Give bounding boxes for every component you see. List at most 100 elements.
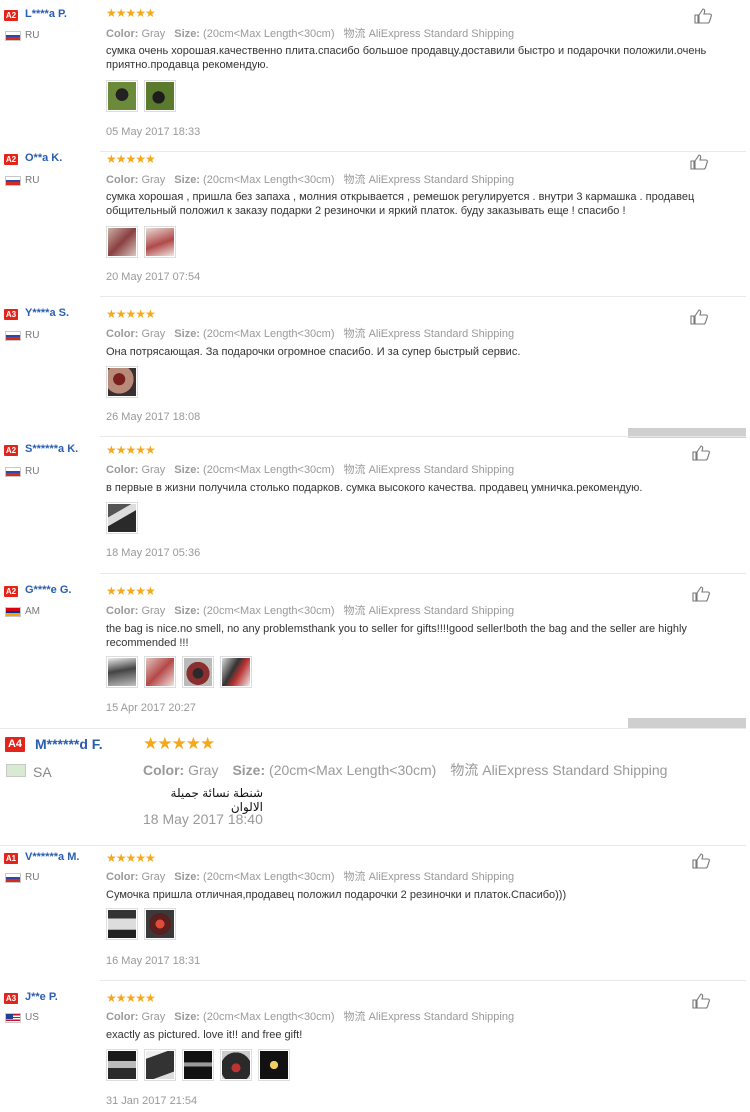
thumbs-up-icon[interactable] [692, 445, 710, 461]
review-photo[interactable] [106, 502, 138, 534]
reviewer-name[interactable]: L****a P. [25, 8, 67, 20]
color-value: Gray [141, 328, 166, 340]
size-value: (20cm<Max Length<30cm) [203, 174, 335, 186]
review-photo[interactable] [106, 80, 138, 112]
color-label: Color: [106, 28, 139, 40]
rating-stars: ★★★★★ [106, 991, 156, 1005]
shipping-icon: 物流 [343, 1011, 366, 1023]
thumbs-up-icon[interactable] [692, 586, 710, 602]
level-badge: A1 [4, 853, 18, 864]
review-photos [106, 502, 138, 534]
shipping-method: AliExpress Standard Shipping [368, 1011, 515, 1023]
review-photo[interactable] [182, 656, 214, 688]
country-code: AM [25, 606, 40, 617]
size-label: Size: [232, 762, 266, 778]
reviewer-name[interactable]: M******d F. [35, 736, 103, 752]
review-photos [106, 366, 138, 398]
order-info: Color: Gray Size: (20cm<Max Length<30cm) 物… [106, 25, 514, 41]
review-photo[interactable] [144, 1049, 176, 1081]
order-info: Color: Gray Size: (20cm<Max Length<30cm) 物… [106, 171, 514, 187]
review-photo[interactable] [220, 1049, 252, 1081]
level-badge: A2 [4, 445, 18, 456]
color-label: Color: [106, 174, 139, 186]
thumbs-up-icon[interactable] [692, 853, 710, 869]
color-label: Color: [106, 871, 139, 883]
review-date: 31 Jan 2017 21:54 [106, 1095, 198, 1107]
color-label: Color: [106, 1011, 139, 1023]
size-label: Size: [174, 464, 200, 476]
level-badge: A2 [4, 586, 18, 597]
color-value: Gray [141, 28, 166, 40]
review-photo[interactable] [144, 656, 176, 688]
review-text: شنطة نسائة جميلة الالوان [170, 786, 263, 814]
review-photo[interactable] [106, 1049, 138, 1081]
country-code: RU [25, 466, 40, 477]
flag-ru-icon [5, 467, 21, 477]
color-label: Color: [106, 464, 139, 476]
shipping-icon: 物流 [343, 871, 366, 883]
size-label: Size: [174, 871, 200, 883]
reviewer-name[interactable]: G****e G. [25, 584, 71, 596]
reviewer-name[interactable]: S******a K. [25, 443, 78, 455]
review-photos [106, 80, 176, 112]
review-photo[interactable] [144, 226, 176, 258]
review-photo[interactable] [106, 908, 138, 940]
shipping-icon: 物流 [343, 328, 366, 340]
size-label: Size: [174, 328, 200, 340]
review-date: 15 Apr 2017 20:27 [106, 702, 196, 714]
reviewer-name[interactable]: O**a K. [25, 152, 62, 164]
level-badge: A2 [4, 154, 18, 165]
rating-stars: ★★★★★ [106, 6, 156, 20]
divider [100, 151, 746, 152]
reviewer-name[interactable]: V******a M. [25, 851, 79, 863]
review-photo[interactable] [182, 1049, 214, 1081]
reviewer-name[interactable]: Y****a S. [25, 307, 69, 319]
thumbs-up-icon[interactable] [690, 309, 708, 325]
flag-am-icon [5, 607, 21, 617]
divider [0, 845, 746, 846]
size-value: (20cm<Max Length<30cm) [203, 464, 335, 476]
review-photo[interactable] [106, 366, 138, 398]
thumbs-up-icon[interactable] [692, 993, 710, 1009]
reviewer-name[interactable]: J**e P. [25, 991, 58, 1003]
review-photo[interactable] [144, 80, 176, 112]
flag-ru-icon [5, 331, 21, 341]
size-value: (20cm<Max Length<30cm) [269, 762, 437, 778]
shipping-icon: 物流 [450, 762, 479, 778]
color-value: Gray [141, 1011, 166, 1023]
shipping-method: AliExpress Standard Shipping [368, 464, 515, 476]
flag-ru-icon [5, 31, 21, 41]
color-label: Color: [106, 328, 139, 340]
divider [100, 573, 746, 574]
thumbs-up-icon[interactable] [694, 8, 712, 24]
review-date: 18 May 2017 05:36 [106, 547, 201, 559]
review-photo[interactable] [258, 1049, 290, 1081]
review-photo[interactable] [144, 908, 176, 940]
review-photos [106, 656, 252, 688]
review-date: 16 May 2017 18:31 [106, 955, 201, 967]
size-value: (20cm<Max Length<30cm) [203, 28, 335, 40]
size-label: Size: [174, 28, 200, 40]
flag-ru-icon [5, 873, 21, 883]
divider [100, 980, 746, 981]
shipping-icon: 物流 [343, 28, 366, 40]
flag-ru-icon [5, 176, 21, 186]
shipping-icon: 物流 [343, 174, 366, 186]
thumbs-up-icon[interactable] [690, 154, 708, 170]
color-label: Color: [143, 762, 185, 778]
review-text: Сумочка пришла отличная,продавец положил… [106, 889, 567, 901]
review-photo[interactable] [106, 226, 138, 258]
size-value: (20cm<Max Length<30cm) [203, 605, 335, 617]
review-photo[interactable] [106, 656, 138, 688]
shipping-method: AliExpress Standard Shipping [482, 762, 668, 778]
level-badge: A4 [5, 737, 25, 752]
shipping-method: AliExpress Standard Shipping [368, 174, 515, 186]
size-value: (20cm<Max Length<30cm) [203, 328, 335, 340]
review-photos [106, 908, 176, 940]
review-photo[interactable] [220, 656, 252, 688]
country-code: RU [25, 30, 40, 41]
review-date: 18 May 2017 18:40 [143, 811, 263, 827]
country-code: SA [33, 764, 52, 780]
color-value: Gray [141, 605, 166, 617]
size-label: Size: [174, 605, 200, 617]
